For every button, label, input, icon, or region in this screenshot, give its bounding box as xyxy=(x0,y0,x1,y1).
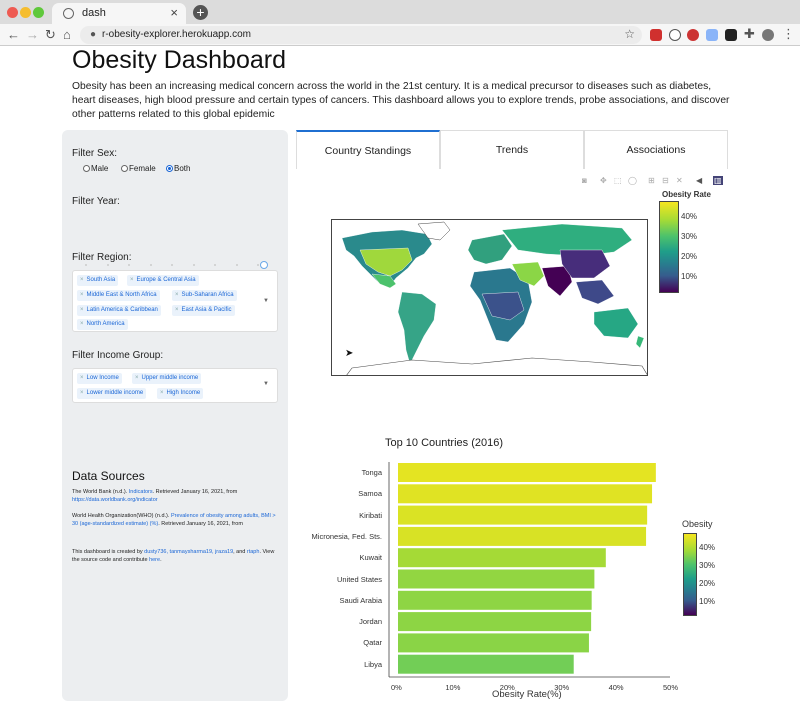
home-icon[interactable]: ⌂ xyxy=(63,27,71,43)
globe-icon xyxy=(63,8,74,19)
chart-colorbar-tick: 30% xyxy=(699,561,716,570)
bar-samoa[interactable] xyxy=(398,484,653,504)
y-tick-label: Kuwait xyxy=(359,553,382,563)
x-tick-label: 0% xyxy=(391,683,402,692)
bookmark-star-icon[interactable]: ☆ xyxy=(624,27,635,41)
bar-jordan[interactable] xyxy=(398,612,592,632)
x-tick-label: 20% xyxy=(499,683,515,692)
y-tick-label: Micronesia, Fed. Sts. xyxy=(311,531,382,541)
y-tick-label: Kiribati xyxy=(359,510,382,520)
browser-tab[interactable]: dash × xyxy=(52,3,186,24)
chart-colorbar-tick: 40% xyxy=(699,543,716,552)
url-text: r-obesity-explorer.herokuapp.com xyxy=(102,29,251,40)
page: Obesity Dashboard Obesity has been an in… xyxy=(0,46,800,717)
y-tick-label: Samoa xyxy=(358,489,382,499)
bar-kuwait[interactable] xyxy=(398,548,606,568)
chart-colorbar xyxy=(683,533,697,616)
bar-united-states[interactable] xyxy=(398,569,595,589)
y-tick-label: Qatar xyxy=(363,638,382,648)
x-tick-label: 50% xyxy=(663,683,679,692)
y-tick-label: Saudi Arabia xyxy=(339,595,382,605)
chart-colorbar-title: Obesity xyxy=(682,519,713,529)
tab-bar: dash × + xyxy=(0,0,800,24)
x-tick-label: 10% xyxy=(445,683,461,692)
y-tick-label: Libya xyxy=(364,659,382,669)
extension-icon[interactable] xyxy=(706,29,718,41)
bar-kiribati[interactable] xyxy=(398,505,648,525)
address-bar[interactable]: ● r-obesity-explorer.herokuapp.com ☆ xyxy=(80,26,642,44)
extension-icon[interactable] xyxy=(687,29,699,41)
nav-bar: ← → ↻ ⌂ ● r-obesity-explorer.herokuapp.c… xyxy=(0,24,800,46)
adblock-icon[interactable] xyxy=(650,29,662,41)
y-tick-label: Tonga xyxy=(361,468,382,477)
bar-libya[interactable] xyxy=(398,654,574,674)
maximize-window-icon[interactable] xyxy=(33,7,44,18)
bar-saudi-arabia[interactable] xyxy=(398,590,592,610)
menu-icon[interactable]: ⋮ xyxy=(782,26,795,42)
x-tick-label: 40% xyxy=(608,683,624,692)
x-tick-label: 30% xyxy=(554,683,570,692)
chart-colorbar-tick: 10% xyxy=(699,597,716,606)
bar-tonga[interactable] xyxy=(398,463,656,482)
bar-micronesia-fed-sts-[interactable] xyxy=(398,526,647,546)
tab-title: dash xyxy=(82,7,106,19)
extension-icon[interactable] xyxy=(669,29,681,41)
close-window-icon[interactable] xyxy=(7,7,18,18)
reload-icon[interactable]: ↻ xyxy=(45,27,56,43)
close-tab-icon[interactable]: × xyxy=(170,5,178,20)
back-icon[interactable]: ← xyxy=(7,27,20,43)
browser-chrome: dash × + ← → ↻ ⌂ ● r-obesity-explorer.he… xyxy=(0,0,800,46)
extension-icon[interactable] xyxy=(725,29,737,41)
new-tab-button[interactable]: + xyxy=(193,5,208,20)
lock-icon: ● xyxy=(90,29,97,40)
bar-qatar[interactable] xyxy=(398,633,589,653)
y-tick-label: United States xyxy=(336,574,382,584)
minimize-window-icon[interactable] xyxy=(20,7,31,18)
chart-colorbar-tick: 20% xyxy=(699,579,716,588)
forward-icon[interactable]: → xyxy=(26,27,39,43)
y-tick-label: Jordan xyxy=(359,617,382,627)
puzzle-icon[interactable]: ✚ xyxy=(744,26,755,42)
bar-chart xyxy=(388,462,670,678)
avatar[interactable] xyxy=(762,29,774,41)
